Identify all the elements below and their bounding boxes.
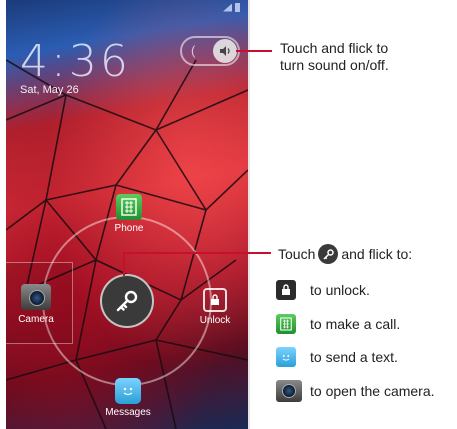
speaker-icon xyxy=(213,39,237,63)
key-callout-prefix: Touch xyxy=(278,245,316,262)
messages-target[interactable]: Messages xyxy=(98,378,158,418)
phone-lockscreen: 4:36 Sat, May 26 ( Phone Camera Unlock M… xyxy=(6,0,248,429)
sound-callout-line xyxy=(236,50,272,52)
unlock-key-handle[interactable] xyxy=(100,274,154,328)
legend-text: to send a text. xyxy=(276,347,398,367)
unlock-target[interactable]: Unlock xyxy=(192,288,238,326)
battery-icon xyxy=(235,3,240,12)
phone-icon xyxy=(276,314,296,334)
legend-unlock-text: to unlock. xyxy=(310,282,370,298)
phone-icon xyxy=(116,194,142,220)
sound-callout: Touch and flick to turn sound on/off. xyxy=(280,40,389,74)
sound-callout-line2: turn sound on/off. xyxy=(280,57,389,73)
phone-target-label: Phone xyxy=(114,223,144,234)
legend-camera: to open the camera. xyxy=(276,380,435,402)
legend-call: to make a call. xyxy=(276,314,400,334)
legend-camera-text: to open the camera. xyxy=(310,383,435,399)
signal-icon xyxy=(223,3,232,12)
lockscreen-clock: 4:36 xyxy=(20,36,131,87)
legend-unlock: to unlock. xyxy=(276,280,370,300)
key-callout-line-vertical xyxy=(123,252,125,276)
camera-icon xyxy=(276,380,302,402)
key-callout-suffix: and flick to: xyxy=(341,245,413,262)
legend-call-text: to make a call. xyxy=(310,316,401,332)
status-bar xyxy=(223,3,240,12)
messages-icon xyxy=(115,378,141,404)
sound-callout-line1: Touch and flick to xyxy=(280,40,389,56)
camera-target-label: Camera xyxy=(18,314,54,325)
camera-target[interactable]: Camera xyxy=(8,284,64,325)
key-callout: Touch and flick to: xyxy=(278,244,412,264)
phone-target[interactable]: Phone xyxy=(104,194,154,234)
sound-toggle[interactable]: ( xyxy=(180,36,240,66)
legend-text-text: to send a text. xyxy=(310,349,398,365)
messages-icon xyxy=(276,347,296,367)
lock-icon xyxy=(203,288,227,312)
key-icon xyxy=(116,290,138,312)
messages-target-label: Messages xyxy=(105,407,151,418)
key-callout-line-horizontal xyxy=(123,252,271,254)
unlock-target-label: Unlock xyxy=(199,315,231,326)
lock-icon xyxy=(276,280,296,300)
sound-off-indicator: ( xyxy=(191,43,196,58)
key-icon xyxy=(318,244,339,264)
lockscreen-date: Sat, May 26 xyxy=(20,84,79,96)
camera-icon xyxy=(21,284,51,310)
